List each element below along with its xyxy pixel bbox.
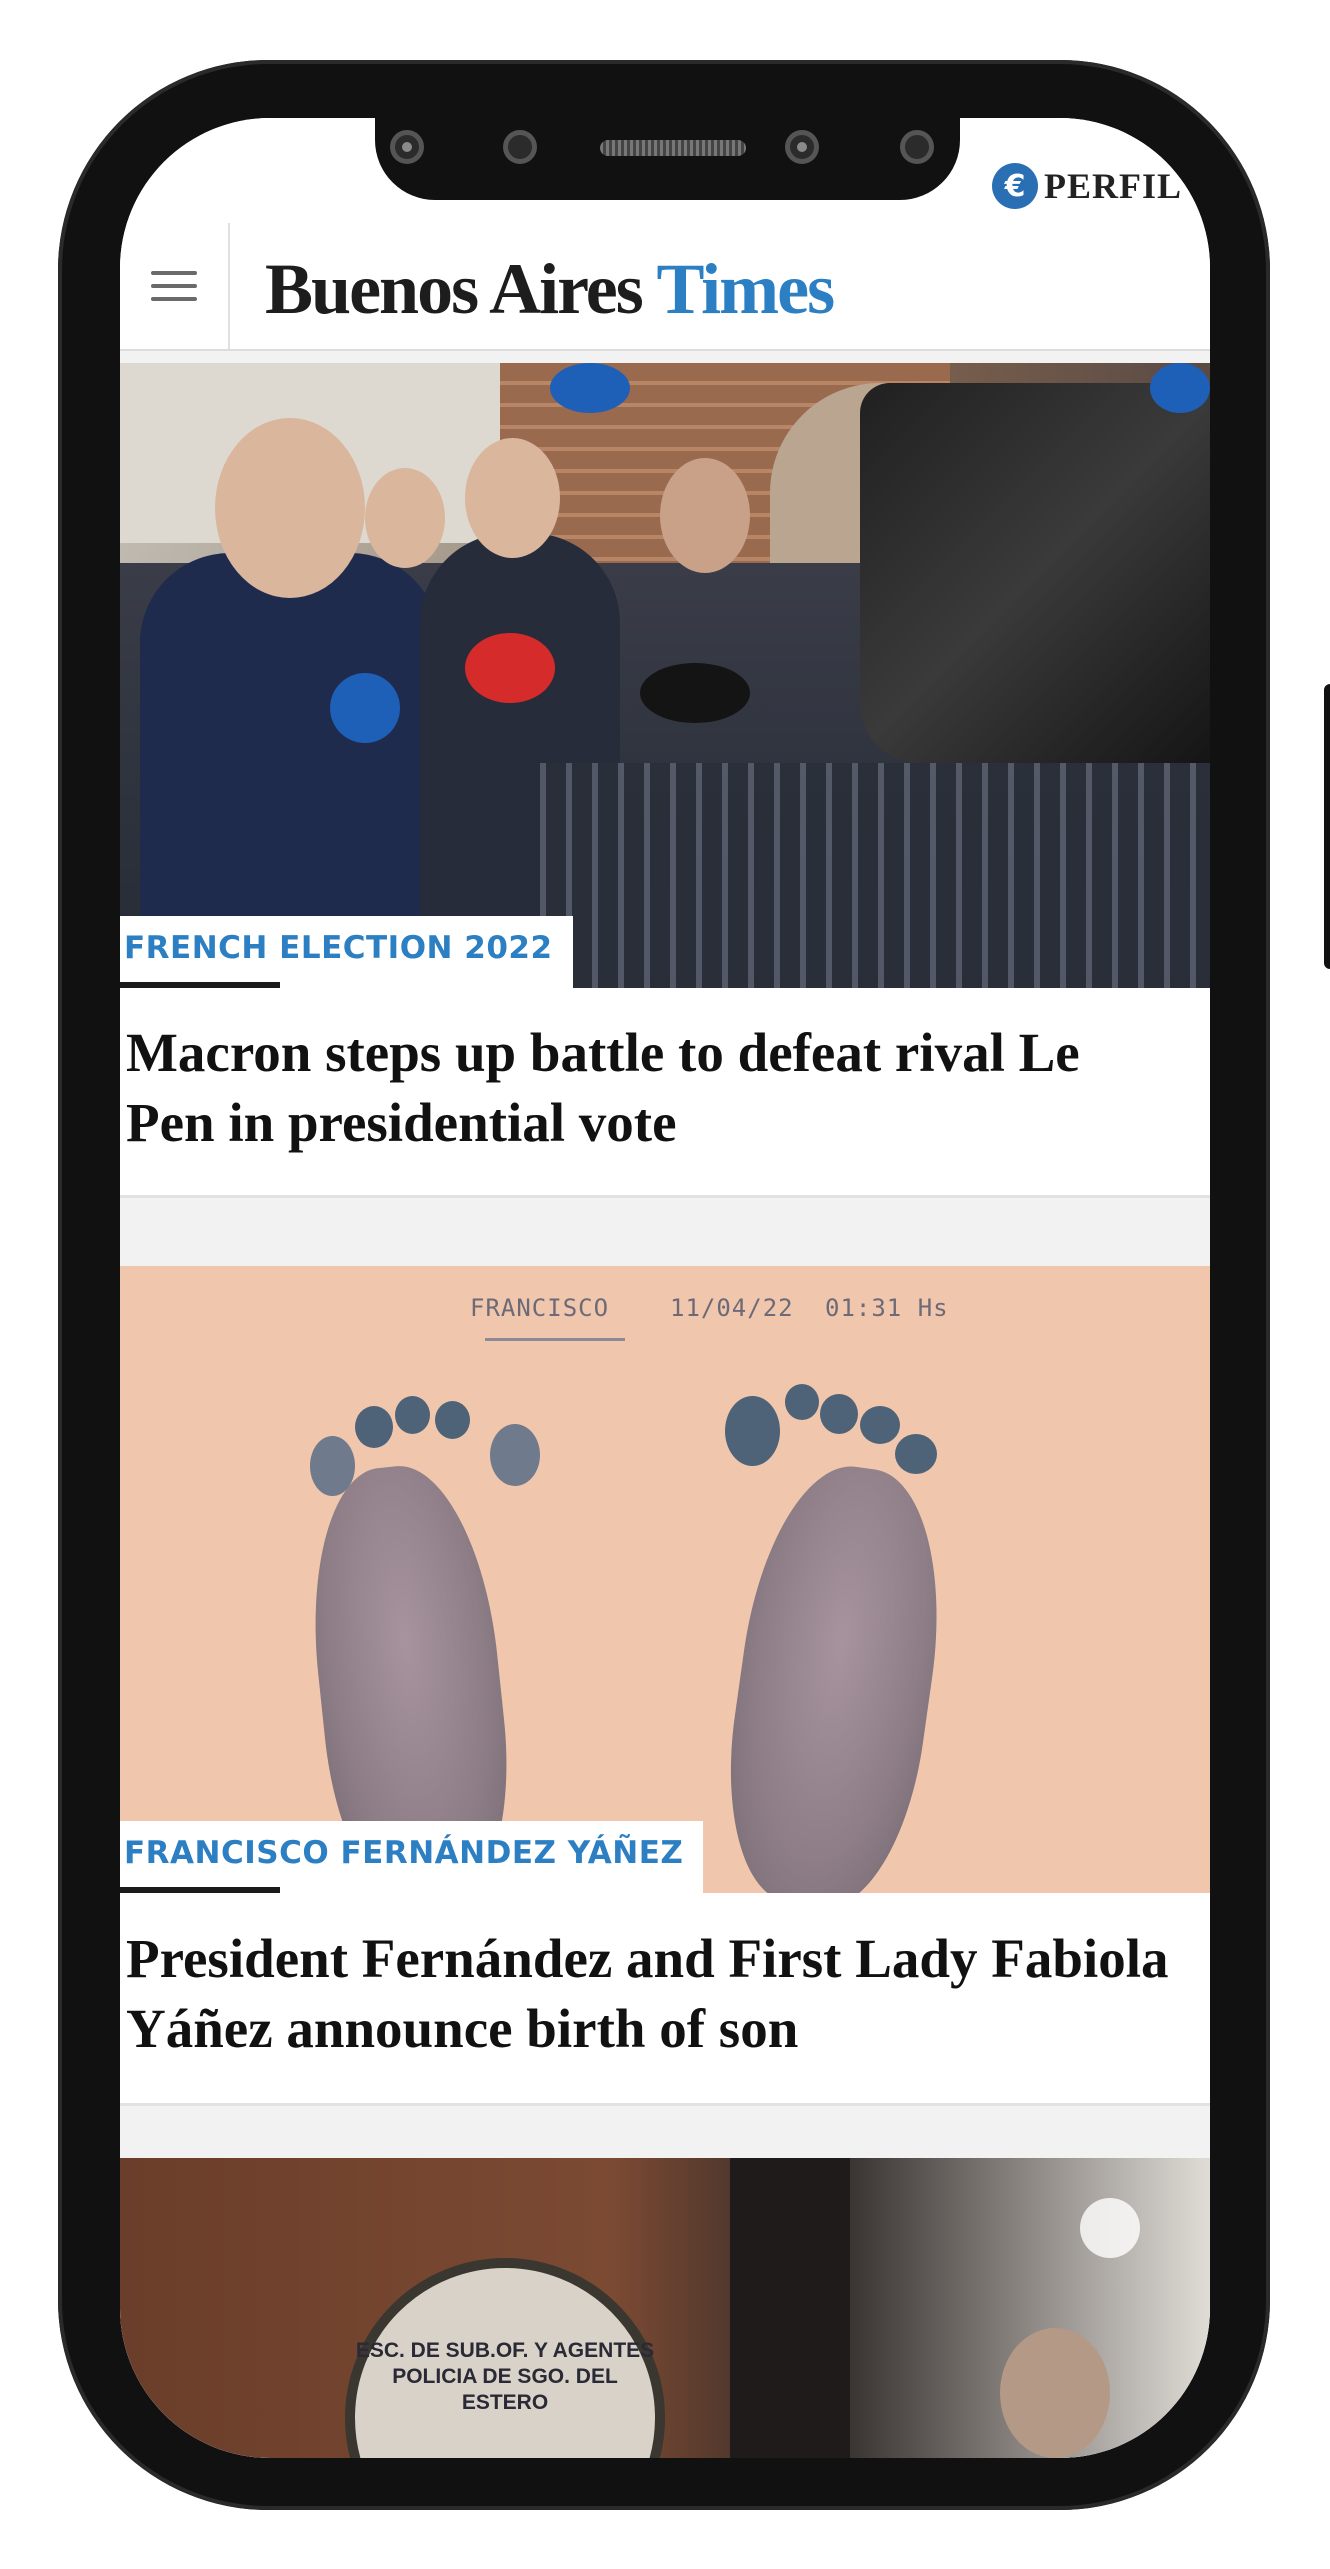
divider [120, 1195, 1210, 1198]
speaker-grille [600, 140, 746, 156]
power-button [1324, 684, 1330, 969]
sensor-icon [390, 130, 424, 164]
phone-screen: € PERFIL Buenos Aires Times FRENCH ELECT… [120, 118, 1210, 2458]
photo-handwriting: 01:31 Hs [825, 1294, 949, 1322]
article-card[interactable]: FRANCISCO 11/04/22 01:31 Hs FRANCISCO FE… [120, 1266, 1210, 2106]
brand-name-part1: Buenos Aires [265, 249, 644, 329]
front-camera-icon [900, 130, 934, 164]
menu-line [151, 284, 197, 288]
site-header: Buenos Aires Times [120, 223, 1210, 351]
photo-handwriting: 11/04/22 [670, 1294, 794, 1322]
divider [120, 2103, 1210, 2106]
perfil-logo-icon: € [992, 163, 1038, 209]
sensor-icon [503, 130, 537, 164]
article-photo[interactable]: FRANCISCO 11/04/22 01:31 Hs [120, 1266, 1210, 1893]
article-card[interactable]: ESC. DE SUB.OF. Y AGENTES POLICIA DE SGO… [120, 2158, 1210, 2458]
site-logo[interactable]: Buenos Aires Times [265, 249, 835, 329]
article-kicker[interactable]: FRANCISCO FERNÁNDEZ YÁÑEZ [120, 1821, 704, 1893]
article-kicker[interactable]: FRENCH ELECTION 2022 [120, 916, 573, 988]
menu-line [151, 297, 197, 301]
article-photo[interactable]: ESC. DE SUB.OF. Y AGENTES POLICIA DE SGO… [120, 2158, 1210, 2458]
article-card[interactable]: FRENCH ELECTION 2022 Macron steps up bat… [120, 363, 1210, 1198]
article-photo[interactable] [120, 363, 1210, 988]
menu-line [151, 271, 197, 275]
notch [375, 118, 960, 200]
photo-handwriting: FRANCISCO [470, 1294, 610, 1322]
police-patch: ESC. DE SUB.OF. Y AGENTES POLICIA DE SGO… [345, 2258, 665, 2458]
footprint-right [710, 1454, 960, 1893]
publisher-logo[interactable]: € PERFIL [992, 163, 1182, 209]
article-headline[interactable]: Macron steps up battle to defeat rival L… [126, 1018, 1180, 1158]
sensor-icon [785, 130, 819, 164]
hamburger-menu-button[interactable] [120, 223, 230, 349]
article-headline[interactable]: President Fernández and First Lady Fabio… [126, 1924, 1180, 2064]
publisher-name: PERFIL [1044, 166, 1183, 206]
brand-name-part2: Times [656, 249, 835, 329]
